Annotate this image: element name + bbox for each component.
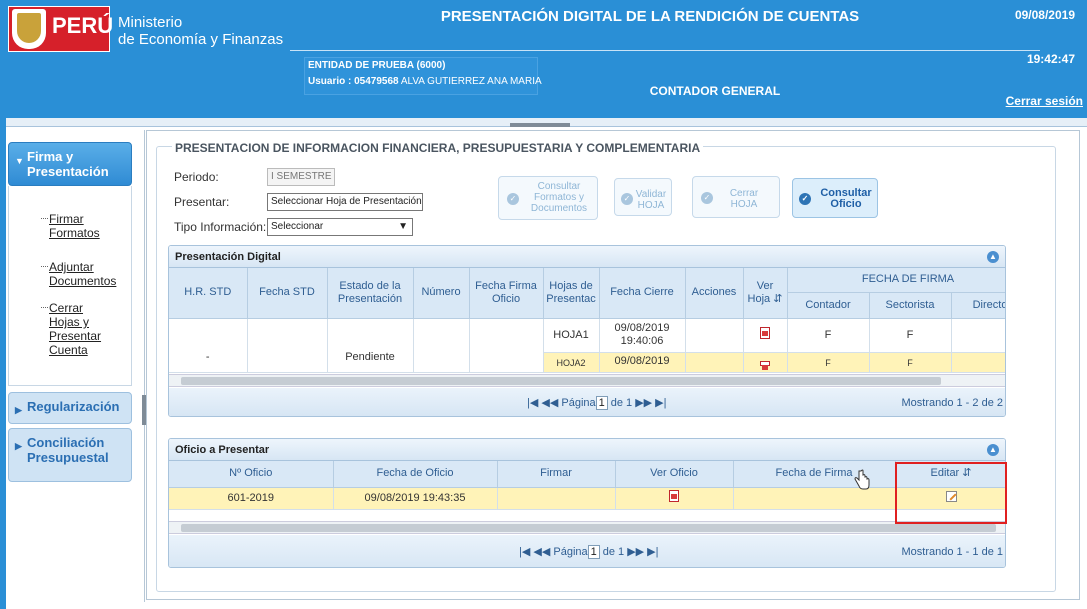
sidebar-link-cerrar[interactable]: Cerrar Hojas y Presentar Cuenta: [41, 301, 113, 357]
col-firmar[interactable]: Firmar: [497, 461, 616, 488]
page-title: PRESENTACIÓN DIGITAL DE LA RENDICIÓN DE …: [440, 8, 860, 25]
sidebar-link-firmar[interactable]: Firmar Formatos: [41, 212, 105, 240]
next-page-icon[interactable]: ▶▶: [635, 397, 652, 409]
validar-hoja-button[interactable]: ✓ Validar HOJA: [614, 178, 672, 216]
pdf-icon[interactable]: [760, 360, 770, 370]
check-icon: ✓: [799, 193, 811, 205]
chevron-down-icon: ▼: [15, 156, 24, 166]
record-count: Mostrando 1 - 2 de 2: [901, 397, 1003, 409]
prev-page-icon[interactable]: ◀◀: [533, 546, 550, 558]
sort-icon: ⇵: [773, 292, 783, 305]
presentacion-digital-panel: Presentación Digital ▲ H.R. STD Fecha STD…: [168, 245, 1006, 417]
col-acciones[interactable]: Acciones: [685, 268, 744, 319]
scrollbar-thumb[interactable]: [181, 524, 996, 532]
last-page-icon[interactable]: ▶|: [655, 397, 666, 409]
table-row[interactable]: - Pendiente HOJA1 09/08/2019 19:40:06 F …: [169, 318, 1005, 373]
oficio-panel: Oficio a Presentar ▲ Nº Oficio Fecha de O…: [168, 438, 1006, 568]
user-role: CONTADOR GENERAL: [649, 84, 781, 98]
sidebar-submenu: Firmar Formatos Adjuntar Documentos Cerr…: [8, 186, 132, 386]
app-header: PERÚ Ministerio de Economía y Finanzas P…: [0, 0, 1087, 118]
record-count: Mostrando 1 - 1 de 1: [901, 546, 1003, 558]
sidebar-item-regularizacion[interactable]: ▶ Regularización: [8, 392, 132, 424]
pager: |◀ ◀◀ Página 1 de 1 ▶▶ ▶| Mostrando 1 - 1…: [169, 535, 1005, 567]
splitter-grip[interactable]: [510, 123, 570, 127]
table-row[interactable]: 601-2019 09/08/2019 19:43:35: [169, 487, 1005, 510]
page-input[interactable]: 1: [587, 545, 600, 560]
col-fecha-cierre[interactable]: Fecha Cierre: [599, 268, 686, 319]
col-fecha-std[interactable]: Fecha STD: [247, 268, 328, 319]
form-legend: PRESENTACION DE INFORMACION FINANCIERA, …: [172, 141, 704, 155]
periodo-label: Periodo:: [174, 170, 219, 184]
entity-name: ENTIDAD DE PRUEBA (6000): [308, 60, 446, 71]
col-hojas[interactable]: Hojas de Presentac: [543, 268, 600, 319]
pdf-icon[interactable]: [760, 327, 770, 339]
header-date: 09/08/2019: [1014, 8, 1075, 22]
col-numero[interactable]: Número: [413, 268, 470, 319]
hand-cursor-icon: [854, 469, 870, 490]
sidebar-item-conciliacion[interactable]: ▶ Conciliación Presupuestal: [8, 428, 132, 482]
presentar-select[interactable]: Seleccionar Hoja de Presentación ▼: [267, 193, 423, 211]
header-time: 19:42:47: [1026, 52, 1075, 66]
vertical-splitter[interactable]: [144, 130, 145, 602]
first-page-icon[interactable]: |◀: [527, 397, 538, 409]
col-contador[interactable]: Contador: [787, 292, 870, 319]
col-ver-hoja[interactable]: Ver Hoja ⇵: [743, 268, 788, 319]
sidebar-link-adjuntar[interactable]: Adjuntar Documentos: [41, 260, 121, 288]
presentacion-table: H.R. STD Fecha STD Estado de la Presenta…: [169, 268, 1005, 373]
tipo-select[interactable]: Seleccionar ▼: [267, 218, 413, 236]
col-estado[interactable]: Estado de la Presentación: [327, 268, 414, 319]
tipo-label: Tipo Información:: [174, 220, 267, 234]
scrollbar-thumb[interactable]: [181, 377, 941, 385]
highlight-box: [895, 462, 1007, 524]
col-sectorista[interactable]: Sectorista: [869, 292, 952, 319]
periodo-select[interactable]: I SEMESTRE ▼: [267, 168, 335, 186]
consultar-oficio-button[interactable]: ✓ Consultar Oficio: [792, 178, 878, 218]
pager: |◀ ◀◀ Página 1 de 1 ▶▶ ▶| Mostrando 1 - 2…: [169, 388, 1005, 416]
dropdown-arrow-icon: ▼: [398, 221, 408, 232]
chevron-right-icon: ▶: [15, 405, 22, 415]
col-num-oficio[interactable]: Nº Oficio: [169, 461, 334, 488]
coat-of-arms-icon: [12, 9, 46, 49]
logo-peru-text: PERÚ: [52, 13, 114, 38]
left-border: [0, 118, 6, 609]
first-page-icon[interactable]: |◀: [519, 546, 530, 558]
panel-title: Oficio a Presentar ▲: [169, 439, 1005, 461]
presentar-label: Presentar:: [174, 195, 230, 209]
cerrar-hoja-button[interactable]: ✓ Cerrar HOJA: [692, 176, 780, 218]
oficio-table: Nº Oficio Fecha de Oficio Firmar Ver Ofi…: [169, 461, 1005, 510]
user-info: Usuario : 05479568 ALVA GUTIERREZ ANA MA…: [308, 76, 542, 87]
chevron-right-icon: ▶: [15, 441, 22, 451]
col-ver-oficio[interactable]: Ver Oficio: [615, 461, 734, 488]
sidebar: ▼ Firma y Presentación Firmar Formatos A…: [8, 140, 132, 600]
last-page-icon[interactable]: ▶|: [647, 546, 658, 558]
col-directo[interactable]: Directo: [951, 292, 1005, 319]
ministry-name: Ministerio de Economía y Finanzas: [118, 14, 284, 48]
collapse-icon[interactable]: ▲: [987, 444, 999, 456]
col-hr-std[interactable]: H.R. STD: [169, 268, 248, 319]
col-fecha-oficio[interactable]: Fecha de Oficio: [333, 461, 498, 488]
col-fecha-de-firma: FECHA DE FIRMA: [787, 268, 1005, 293]
sidebar-item-firma[interactable]: ▼ Firma y Presentación: [8, 142, 132, 186]
collapse-icon[interactable]: ▲: [987, 251, 999, 263]
horizontal-scrollbar[interactable]: [169, 521, 1005, 534]
check-icon: ✓: [507, 193, 519, 205]
consultar-formatos-button[interactable]: ✓ Consultar Formatos y Documentos: [498, 176, 598, 220]
logout-link[interactable]: Cerrar sesión: [1006, 94, 1083, 108]
header-divider: [290, 50, 1040, 51]
page-input[interactable]: 1: [595, 396, 608, 411]
next-page-icon[interactable]: ▶▶: [627, 546, 644, 558]
check-icon: ✓: [621, 193, 633, 205]
prev-page-icon[interactable]: ◀◀: [541, 397, 558, 409]
horizontal-scrollbar[interactable]: [169, 374, 1005, 387]
check-icon: ✓: [701, 192, 713, 204]
col-fecha-firma-oficio[interactable]: Fecha Firma Oficio: [469, 268, 544, 319]
pdf-icon[interactable]: [669, 490, 679, 502]
logo-reflection: [8, 84, 258, 104]
panel-title: Presentación Digital ▲: [169, 246, 1005, 268]
dropdown-arrow-icon: ▼: [334, 171, 335, 182]
